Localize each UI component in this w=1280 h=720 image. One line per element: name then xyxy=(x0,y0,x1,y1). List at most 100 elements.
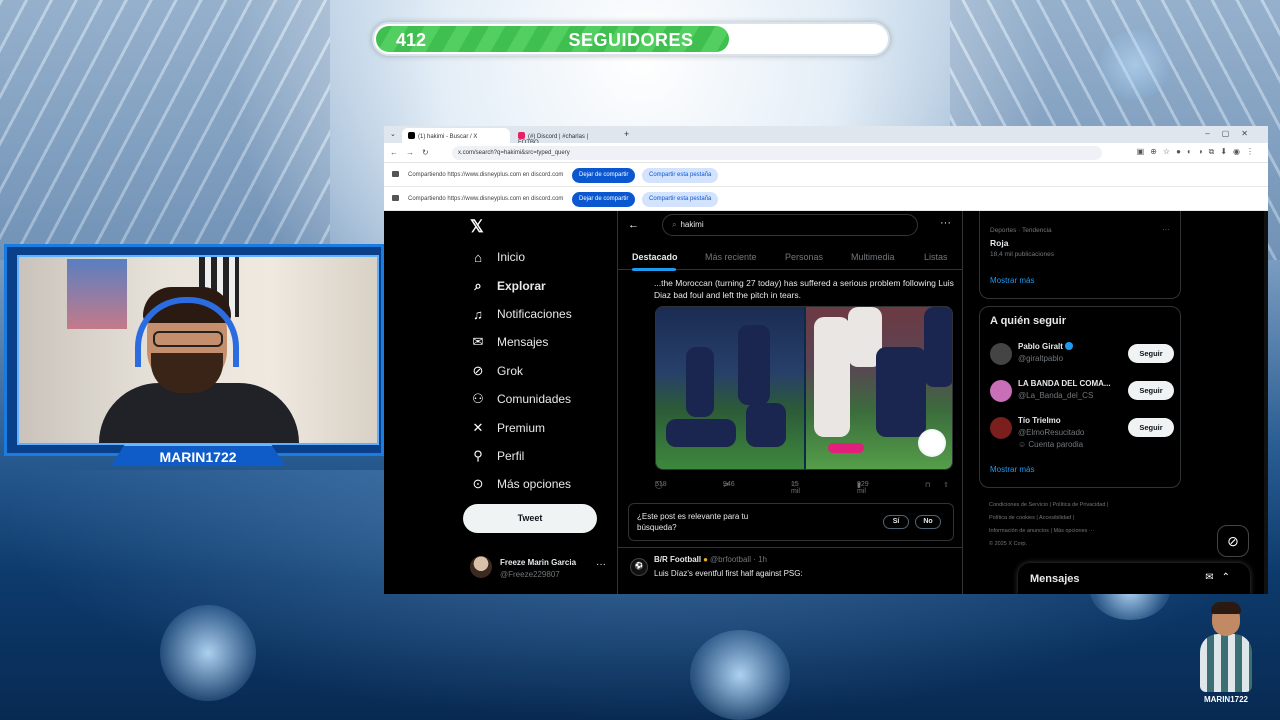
window-controls[interactable]: –▢✕ xyxy=(1205,129,1260,138)
search-tabs: Destacado Más reciente Personas Multimed… xyxy=(618,246,962,271)
tab-mas-reciente[interactable]: Más reciente xyxy=(705,252,757,262)
home-icon: ⌂ xyxy=(474,249,482,265)
follow-button[interactable]: Seguir xyxy=(1128,418,1174,437)
mail-icon: ✉ xyxy=(472,334,484,349)
follow-suggestion[interactable]: Pablo Giralt @giraltpablo Seguir xyxy=(990,341,1174,375)
compose-expand-icons[interactable]: ✉︎⌃ xyxy=(1205,572,1238,583)
back-arrow-icon[interactable]: ← xyxy=(628,219,639,231)
br-football-avatar: ⚽ xyxy=(630,558,648,576)
new-tab-icon[interactable]: + xyxy=(624,129,629,139)
tab-destacado[interactable]: Destacado xyxy=(632,252,678,262)
stop-sharing-button[interactable]: Dejar de compartir xyxy=(572,168,636,183)
share-screen-icon xyxy=(392,171,399,177)
scrollbar[interactable] xyxy=(1264,211,1268,594)
streamer-avatar: MARIN1722 xyxy=(1196,600,1256,704)
follow-button[interactable]: Seguir xyxy=(1128,344,1174,363)
grok-fab-icon[interactable]: ⊘ xyxy=(1217,525,1249,557)
search-input[interactable]: ⌕ hakimi xyxy=(662,214,918,236)
relevance-yes-button[interactable]: Sí xyxy=(883,515,909,529)
share-screen-icon xyxy=(392,195,399,201)
browser-tab-x[interactable]: (1) hakimi - Buscar / X xyxy=(402,128,510,143)
account-switcher[interactable]: Freeze Marin Garcia @Freeze229807 ··· xyxy=(470,553,610,583)
nav-communities[interactable]: ⚇ Comunidades xyxy=(470,388,571,410)
trend-options-icon[interactable]: ··· xyxy=(1162,225,1170,234)
verified-gold-icon: ● xyxy=(703,555,708,564)
messages-title: Mensajes xyxy=(1030,573,1080,585)
shoes xyxy=(828,443,864,453)
bokeh-light xyxy=(1100,30,1170,100)
post-media[interactable] xyxy=(655,306,953,470)
avatar-name: MARIN1722 xyxy=(1203,695,1248,704)
follower-goal: 600 xyxy=(847,30,878,50)
url-field[interactable]: x.com/search?q=hakimi&src=typed_query xyxy=(452,146,1102,160)
webcam-frame: MARIN1722 xyxy=(4,244,384,466)
footer-link[interactable]: Política de cookies xyxy=(989,515,1035,521)
x-logo-icon[interactable]: 𝕏 xyxy=(470,217,484,237)
nav-more-options[interactable]: ⊙ Más opciones xyxy=(470,473,572,495)
discord-favicon-icon xyxy=(518,132,525,139)
bokeh-light xyxy=(160,605,256,701)
copyright: © 2025 X Corp. xyxy=(989,541,1027,547)
trend-show-more[interactable]: Mostrar más xyxy=(990,276,1034,285)
nav-home[interactable]: ⌂ Inicio xyxy=(470,246,525,268)
post-author: B/R Football xyxy=(654,555,702,564)
bookmark-icon[interactable]: ⊓ xyxy=(925,481,930,489)
browser-tab-discord[interactable]: (#) Discord | #charlas | FOTBO... xyxy=(512,128,620,146)
follow-button[interactable]: Seguir xyxy=(1128,381,1174,400)
nav-premium[interactable]: ✕ Premium xyxy=(470,417,545,439)
account-name: Freeze Marin Garcia xyxy=(500,558,577,567)
url-text: x.com/search?q=hakimi&src=typed_query xyxy=(458,150,570,156)
who-to-follow: A quién seguir Pablo Giralt @giraltpablo… xyxy=(979,306,1181,488)
tab-search-icon[interactable]: ⌄ xyxy=(390,130,396,138)
tweet-button[interactable]: Tweet xyxy=(463,504,597,533)
more-dots-icon: ··· xyxy=(596,559,606,570)
divider xyxy=(618,547,962,548)
nav-messages[interactable]: ✉ Mensajes xyxy=(470,331,549,353)
x-favicon-icon xyxy=(408,132,415,139)
grok-icon: ⊘ xyxy=(472,363,484,378)
share-bar-1: Compartiendo https://www.disneyplus.com … xyxy=(384,163,1268,187)
follow-suggestion[interactable]: Tío Trielmo @ElmoResucitado ☺ Cuenta par… xyxy=(990,415,1174,455)
relevance-no-button[interactable]: No xyxy=(915,515,941,529)
nav-grok[interactable]: ⊘ Grok xyxy=(470,360,523,382)
tab-listas[interactable]: Listas xyxy=(924,252,948,262)
trend-name: Roja xyxy=(990,238,1009,248)
relevance-prompt: ¿Este post es relevante para tu búsqueda… xyxy=(628,503,954,541)
nav-buttons[interactable]: ←→↻ xyxy=(390,148,437,157)
nav-explore[interactable]: ⌕ Explorar xyxy=(470,275,545,297)
address-bar: ←→↻ x.com/search?q=hakimi&src=typed_quer… xyxy=(384,143,1268,163)
stop-sharing-button[interactable]: Dejar de compartir xyxy=(572,192,636,207)
avatar xyxy=(990,380,1012,402)
footer-link[interactable]: Más opciones ··· xyxy=(1053,528,1094,534)
nav-profile[interactable]: ⚲ Perfil xyxy=(470,445,524,467)
footer-link[interactable]: Política de Privacidad xyxy=(1053,502,1106,508)
toolbar-icons[interactable]: ▣⊕☆●◐◑⧉⬇◉⋮ xyxy=(1137,147,1260,157)
share-tab-button[interactable]: Compartir esta pestaña xyxy=(642,192,719,207)
tab-multimedia[interactable]: Multimedia xyxy=(851,252,895,262)
footer-link[interactable]: Información de anuncios xyxy=(989,528,1049,534)
more-circle-icon: ⊙ xyxy=(472,476,484,491)
search-options-icon[interactable]: ··· xyxy=(940,217,951,229)
follower-label: SEGUIDORES xyxy=(568,30,694,50)
streamer xyxy=(89,287,309,443)
share-text: Compartiendo https://www.disneyplus.com … xyxy=(408,196,564,202)
people-icon: ⚇ xyxy=(472,391,484,406)
post-br-football[interactable]: ⚽ B/R Football ● @brfootball · 1h Luis Día… xyxy=(630,555,960,594)
who-to-follow-show-more[interactable]: Mostrar más xyxy=(990,465,1034,474)
share-icon[interactable]: ⇧ xyxy=(943,481,949,489)
trend-card[interactable]: Deportes · Tendencia ··· Roja 18,4 mil p… xyxy=(979,211,1181,299)
search-value: hakimi xyxy=(680,220,704,229)
messages-drawer[interactable]: Mensajes ✉︎⌃ xyxy=(1018,563,1250,594)
footer-link[interactable]: Accesibilidad xyxy=(1039,515,1071,521)
relevance-question: ¿Este post es relevante para tu búsqueda… xyxy=(637,512,749,532)
parody-icon: ☺ xyxy=(1018,440,1029,449)
post-handle: @brfootball xyxy=(709,555,751,564)
post-actions: ◯ 518 ⇄ 946 ♡ 15 mil ▮ 929 mil ⊓ ⇧ xyxy=(655,481,949,495)
follow-suggestion[interactable]: LA BANDA DEL COMA... @La_Banda_del_CS Se… xyxy=(990,378,1174,412)
tab-personas[interactable]: Personas xyxy=(785,252,823,262)
post-time: · 1h xyxy=(753,555,768,564)
active-tab-indicator xyxy=(632,268,676,271)
nav-notifications[interactable]: ♫ Notificaciones xyxy=(470,303,572,325)
footer-link[interactable]: Condiciones de Servicio xyxy=(989,502,1048,508)
share-tab-button[interactable]: Compartir esta pestaña xyxy=(642,168,719,183)
